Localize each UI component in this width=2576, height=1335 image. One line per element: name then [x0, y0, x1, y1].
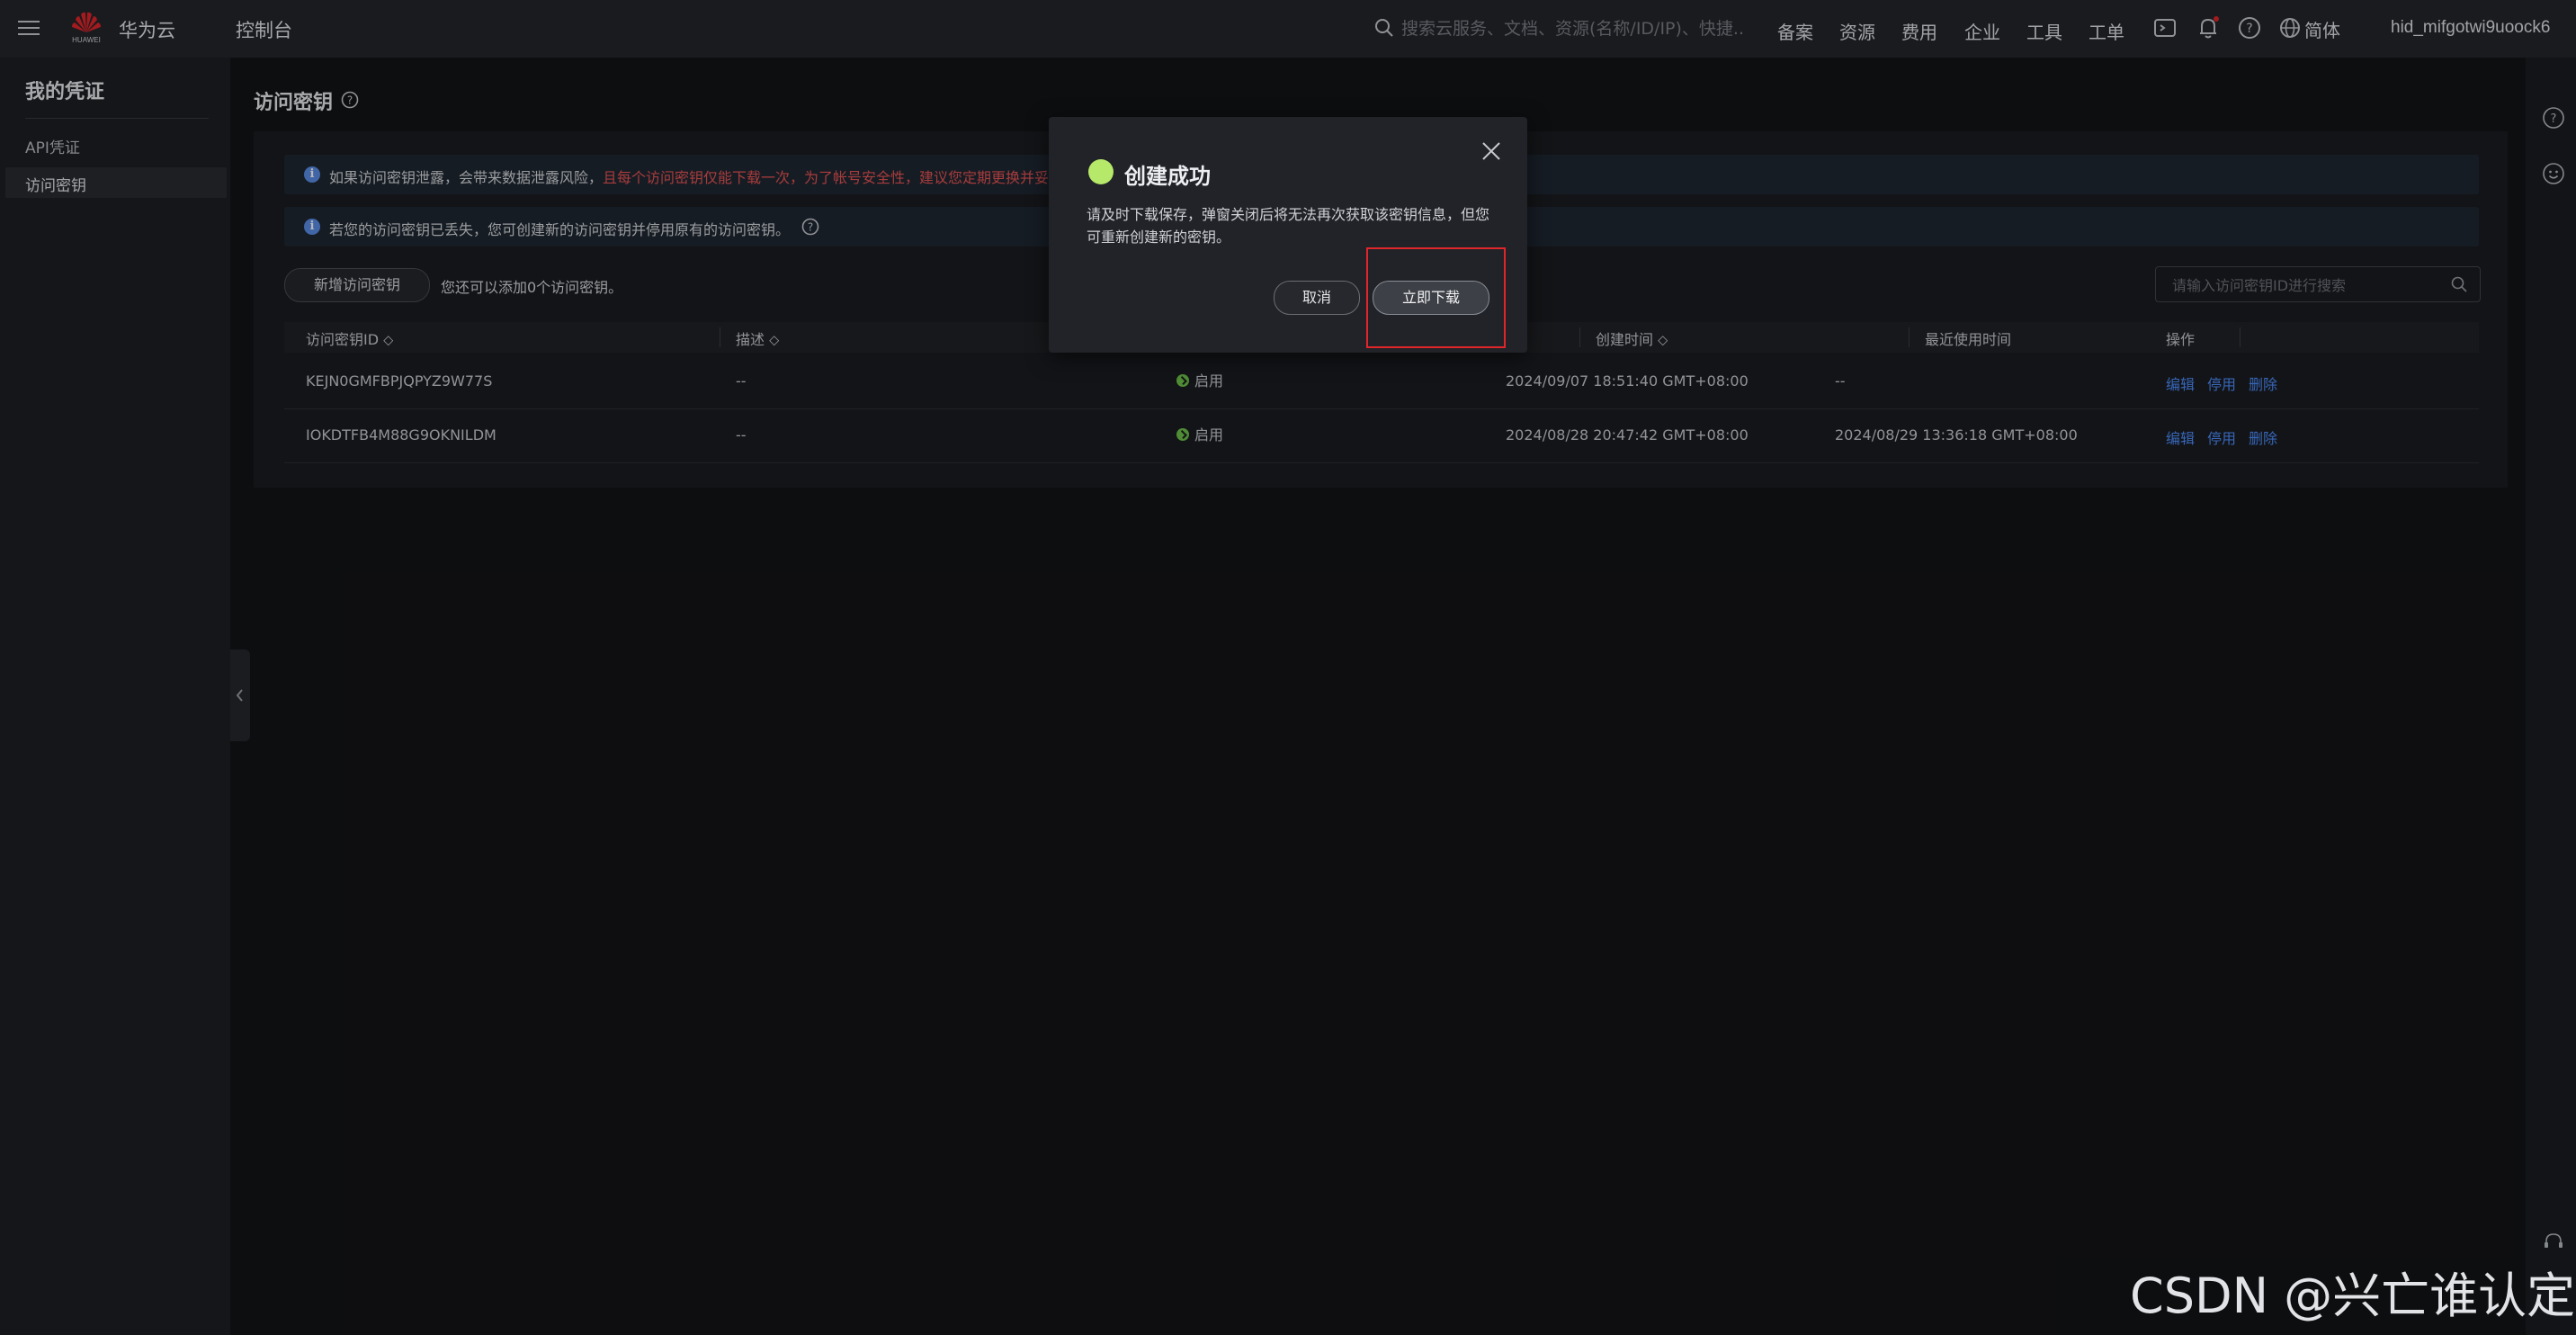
- watermark: CSDN @兴亡谁认定: [2130, 1268, 2576, 1324]
- cancel-button[interactable]: 取消: [1274, 281, 1360, 315]
- success-icon: [1088, 159, 1114, 184]
- annotation-highlight-box: [1366, 247, 1506, 348]
- dialog-message: 请及时下载保存，弹窗关闭后将无法再次获取该密钥信息，但您可重新创建新的密钥。: [1087, 206, 1490, 246]
- close-icon[interactable]: [1480, 140, 1502, 162]
- dialog-title: 创建成功: [1124, 164, 1211, 189]
